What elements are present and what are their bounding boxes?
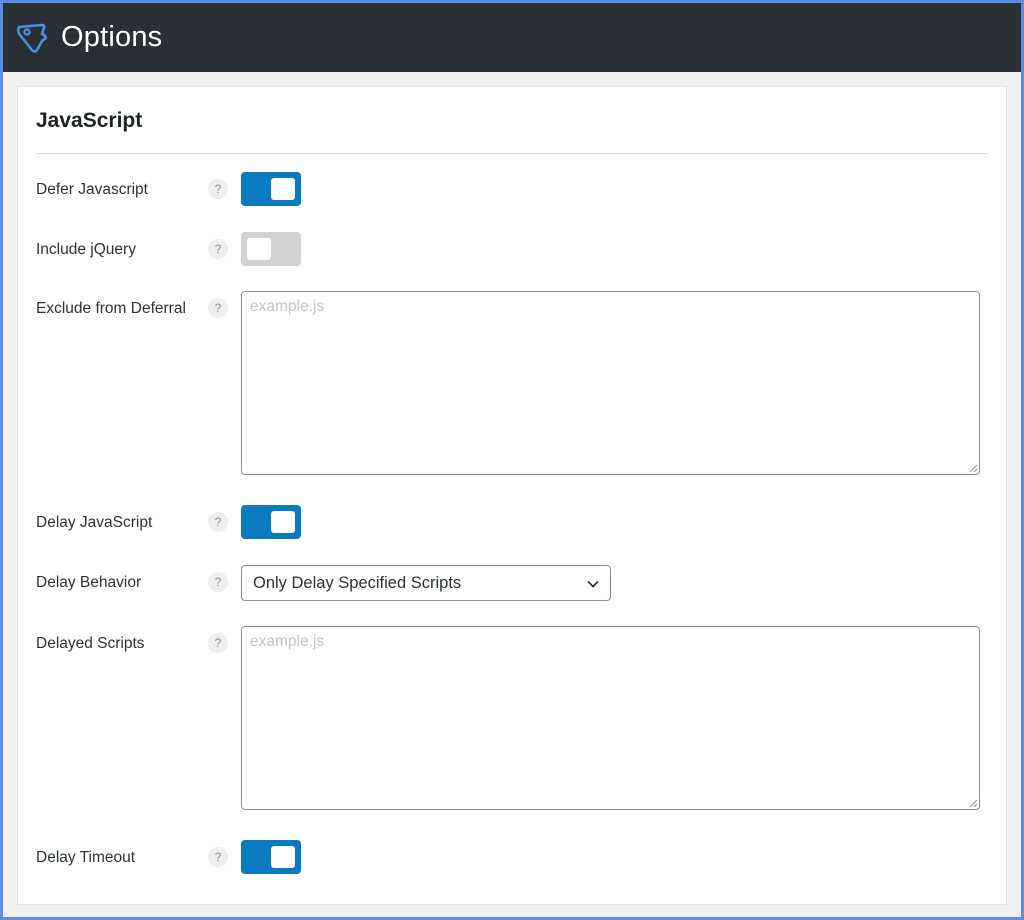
delay-behavior-label: Delay Behavior (36, 574, 142, 591)
toggle-knob (271, 511, 295, 533)
app-window: Options JavaScript Defer Javascript ? In… (3, 3, 1021, 917)
toggle-knob (247, 238, 271, 260)
help-icon[interactable]: ? (208, 572, 228, 592)
resize-handle-icon[interactable] (968, 798, 978, 808)
help-icon[interactable]: ? (208, 847, 228, 867)
delayed-scripts-label: Delayed Scripts (36, 635, 145, 652)
exclude-from-deferral-label: Exclude from Deferral (36, 300, 186, 317)
help-icon[interactable]: ? (208, 239, 228, 259)
page-title: Options (61, 21, 163, 53)
delay-javascript-label: Delay JavaScript (36, 514, 153, 531)
help-icon[interactable]: ? (208, 179, 228, 199)
section-divider (36, 153, 988, 154)
delay-javascript-toggle[interactable] (241, 505, 301, 539)
chevron-down-icon (587, 580, 599, 588)
resize-handle-icon[interactable] (968, 463, 978, 473)
help-icon[interactable]: ? (208, 298, 228, 318)
delay-timeout-label: Delay Timeout (36, 849, 136, 866)
header-bar: Options (3, 3, 1021, 72)
section-title: JavaScript (36, 109, 143, 132)
options-card: JavaScript Defer Javascript ? Include jQ… (17, 86, 1007, 905)
include-jquery-label: Include jQuery (36, 241, 136, 258)
delayed-scripts-textarea[interactable] (241, 626, 980, 810)
delay-behavior-select[interactable]: Only Delay Specified Scripts (241, 565, 611, 601)
help-icon[interactable]: ? (208, 512, 228, 532)
help-icon[interactable]: ? (208, 633, 228, 653)
shield-pin-logo-icon (16, 23, 48, 53)
defer-javascript-label: Defer Javascript (36, 181, 148, 198)
exclude-from-deferral-textarea[interactable] (241, 291, 980, 475)
delay-behavior-selected: Only Delay Specified Scripts (253, 573, 462, 592)
delay-timeout-toggle[interactable] (241, 840, 301, 874)
toggle-knob (271, 846, 295, 868)
toggle-knob (271, 178, 295, 200)
include-jquery-toggle[interactable] (241, 232, 301, 266)
defer-javascript-toggle[interactable] (241, 172, 301, 206)
